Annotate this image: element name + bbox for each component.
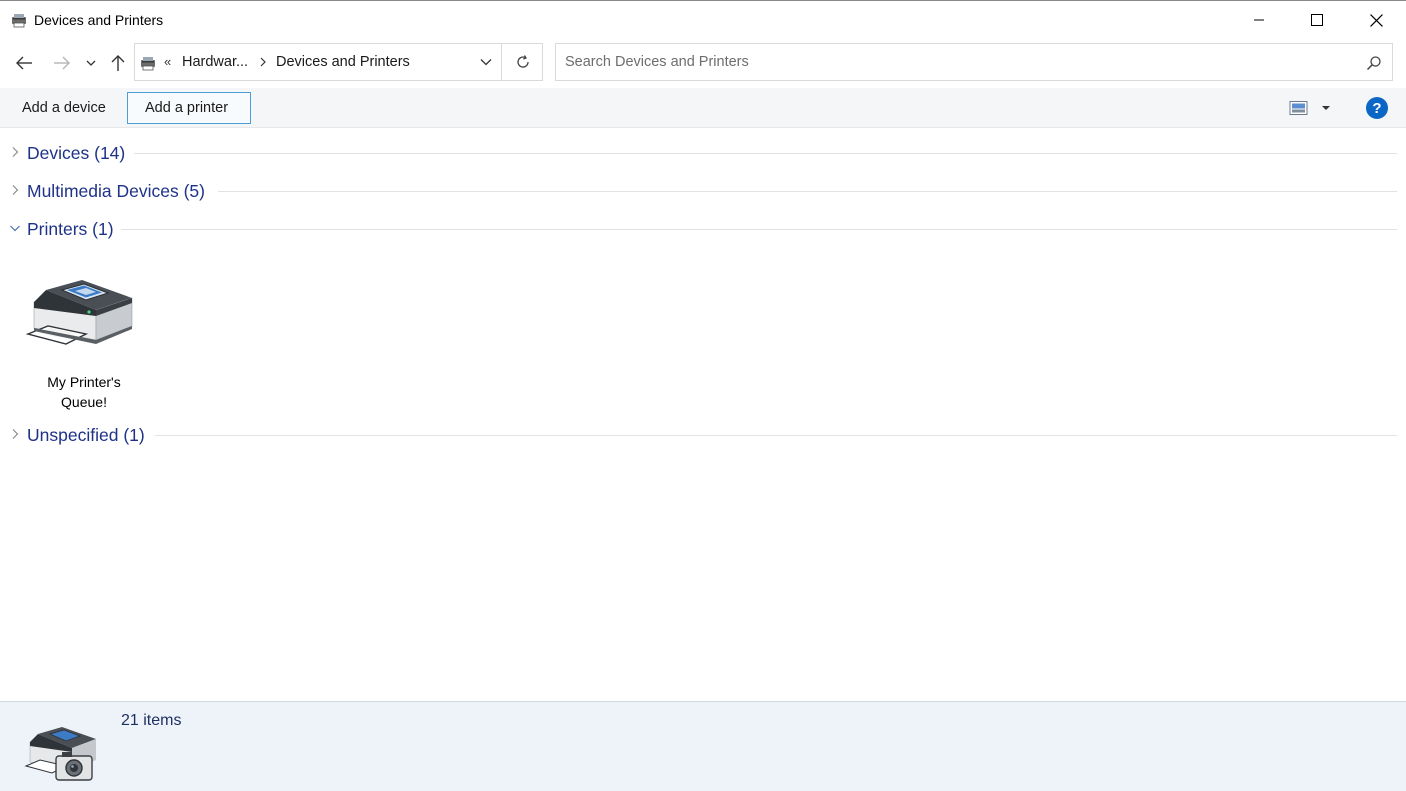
forward-button[interactable] <box>51 52 73 74</box>
title-bar: Devices and Printers <box>0 0 1406 38</box>
add-device-button[interactable]: Add a device <box>5 92 123 124</box>
chevron-right-icon[interactable] <box>259 57 267 67</box>
group-label[interactable]: Unspecified (1) <box>27 425 145 446</box>
up-button[interactable] <box>107 52 129 74</box>
group-divider <box>134 153 1397 154</box>
group-divider <box>121 229 1397 230</box>
group-label[interactable]: Devices (14) <box>27 143 125 164</box>
group-name: Devices <box>27 143 90 163</box>
printer-item-label-line1: My Printer's <box>47 374 121 390</box>
printer-item-label: My Printer's Queue! <box>20 372 148 412</box>
chevron-down-icon <box>86 60 96 66</box>
close-icon <box>1369 13 1383 27</box>
breadcrumb-hardware[interactable]: Hardwar... <box>182 54 248 70</box>
address-dropdown-button[interactable] <box>471 44 501 80</box>
search-box[interactable] <box>555 43 1393 81</box>
details-pane: 21 items <box>0 701 1406 791</box>
group-divider <box>218 191 1397 192</box>
close-button[interactable] <box>1347 1 1405 39</box>
maximize-button[interactable] <box>1288 1 1346 39</box>
printer-icon <box>26 280 133 345</box>
minimize-button[interactable] <box>1230 1 1288 39</box>
arrow-up-icon <box>111 55 125 71</box>
chevron-right-icon[interactable] <box>8 427 22 441</box>
breadcrumb-overflow[interactable]: « <box>164 54 171 69</box>
help-button[interactable]: ? <box>1366 97 1388 119</box>
group-count: (1) <box>92 219 114 239</box>
group-printers[interactable]: Printers (1) <box>0 214 1406 244</box>
command-bar: Add a device Add a printer ? <box>0 88 1406 128</box>
arrow-right-icon <box>54 56 70 70</box>
address-bar[interactable]: « Hardwar... Devices and Printers <box>134 43 543 81</box>
change-view-button[interactable] <box>1288 100 1332 116</box>
group-divider <box>155 435 1397 436</box>
group-label[interactable]: Multimedia Devices (5) <box>27 181 205 202</box>
add-printer-button[interactable]: Add a printer <box>127 92 251 124</box>
view-icon <box>1289 101 1330 115</box>
recent-locations-button[interactable] <box>82 52 100 74</box>
group-count: (14) <box>94 143 126 163</box>
search-input[interactable] <box>556 44 1356 80</box>
group-label[interactable]: Printers (1) <box>27 219 114 240</box>
maximize-icon <box>1311 14 1323 26</box>
group-multimedia-devices[interactable]: Multimedia Devices (5) <box>0 176 1406 206</box>
chevron-right-icon[interactable] <box>8 145 22 159</box>
chevron-down-icon[interactable] <box>8 221 22 235</box>
window-title: Devices and Printers <box>34 12 164 28</box>
devices-printers-icon <box>12 14 26 28</box>
refresh-button[interactable] <box>502 44 543 80</box>
chevron-down-icon <box>480 59 492 66</box>
arrow-left-icon <box>16 56 32 70</box>
group-unspecified[interactable]: Unspecified (1) <box>0 420 1406 450</box>
search-icon[interactable] <box>1366 55 1382 71</box>
group-name: Printers <box>27 219 88 239</box>
refresh-icon <box>516 55 529 68</box>
back-button[interactable] <box>13 52 35 74</box>
item-count: 21 items <box>121 712 182 729</box>
breadcrumb-devices-printers[interactable]: Devices and Printers <box>276 54 410 70</box>
group-count: (1) <box>123 425 145 445</box>
navigation-bar: « Hardwar... Devices and Printers <box>0 38 1406 88</box>
group-count: (5) <box>183 181 205 201</box>
devices-printers-icon <box>141 57 155 71</box>
group-devices[interactable]: Devices (14) <box>0 138 1406 168</box>
printer-item-label-line2: Queue! <box>61 394 107 410</box>
group-name: Unspecified <box>27 425 119 445</box>
group-name: Multimedia Devices <box>27 181 179 201</box>
printer-item[interactable]: My Printer's Queue! <box>20 266 148 416</box>
chevron-right-icon[interactable] <box>8 183 22 197</box>
devices-printers-icon <box>24 727 96 781</box>
minimize-icon <box>1254 19 1264 21</box>
